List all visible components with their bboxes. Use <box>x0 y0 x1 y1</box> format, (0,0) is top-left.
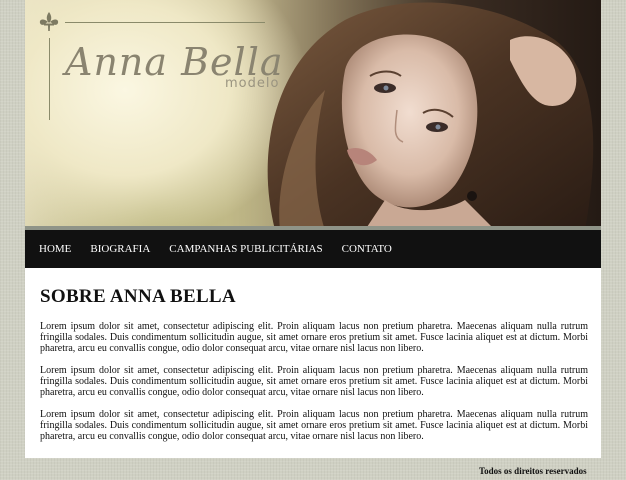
nav-item-biografia[interactable]: BIOGRAFIA <box>90 243 150 255</box>
content-panel: SOBRE ANNA BELLA Lorem ipsum dolor sit a… <box>25 268 601 458</box>
content-paragraph: Lorem ipsum dolor sit amet, consectetur … <box>40 321 588 354</box>
header-banner: Anna Bella modelo <box>25 0 601 230</box>
page-container: Anna Bella modelo HOME BIOGRAFIA CAMPANH… <box>25 0 601 480</box>
nav-item-home[interactable]: HOME <box>39 243 71 255</box>
brand-tagline: modelo <box>225 76 280 91</box>
brand-logo[interactable]: Anna Bella modelo <box>37 10 283 125</box>
main-nav: HOME BIOGRAFIA CAMPANHAS PUBLICITÁRIAS C… <box>25 230 601 268</box>
nav-item-contato[interactable]: CONTATO <box>342 243 392 255</box>
logo-divider-vertical <box>49 38 50 120</box>
fleur-de-lis-icon <box>39 12 59 31</box>
footer-copyright: Todos os direitos reservados <box>479 466 587 476</box>
logo-divider-horizontal <box>65 22 265 23</box>
content-paragraph: Lorem ipsum dolor sit amet, consectetur … <box>40 365 588 398</box>
nav-item-campanhas-publicitarias[interactable]: CAMPANHAS PUBLICITÁRIAS <box>169 243 322 255</box>
content-paragraph: Lorem ipsum dolor sit amet, consectetur … <box>40 409 588 442</box>
page-title: SOBRE ANNA BELLA <box>40 286 236 307</box>
